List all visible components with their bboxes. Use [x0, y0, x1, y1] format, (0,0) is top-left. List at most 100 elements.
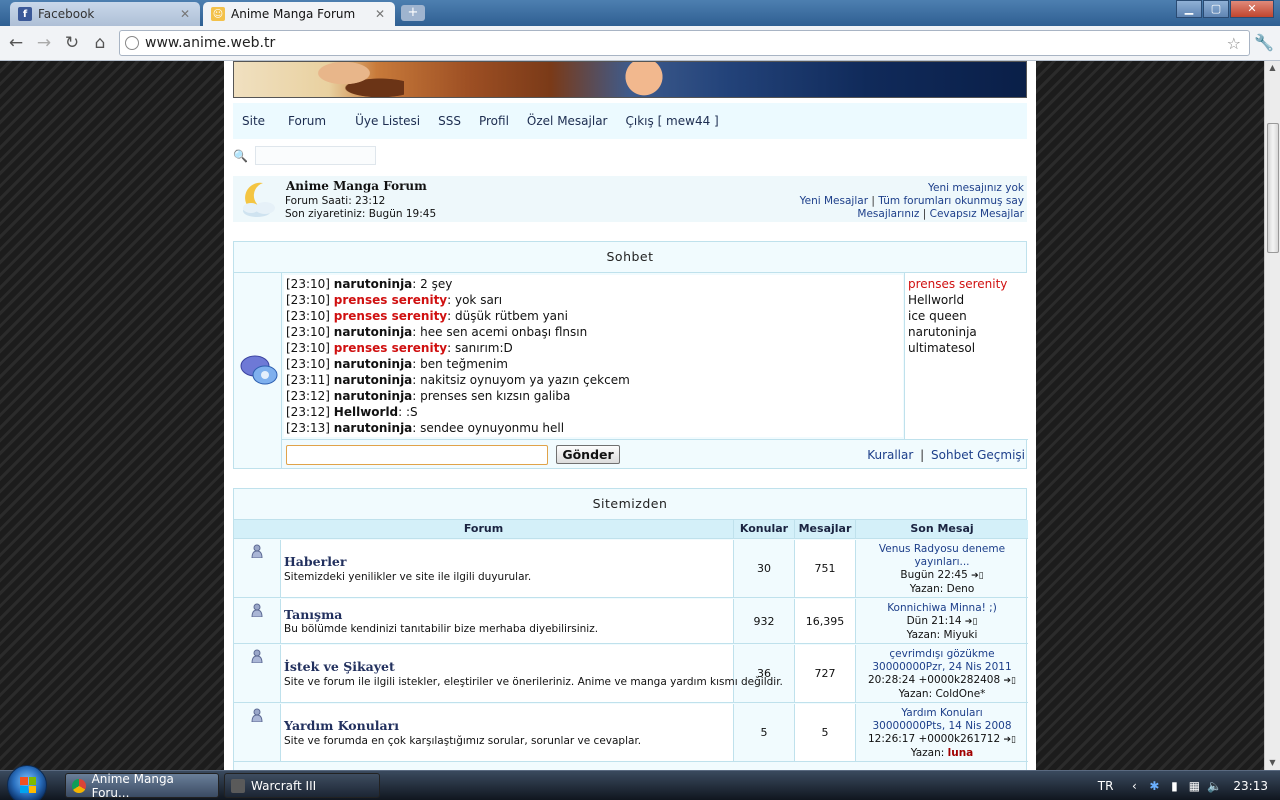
go-to-post-icon[interactable]: ➔▯	[1004, 735, 1017, 745]
forum-name-link[interactable]: Yardım Konuları	[284, 718, 399, 733]
author-link[interactable]: luna	[948, 747, 974, 759]
send-button[interactable]: Gönder	[556, 445, 620, 464]
forum-row: Yardım Konuları Site ve forumda en çok ka…	[234, 704, 1028, 762]
volume-icon[interactable]: 🔈	[1207, 779, 1222, 793]
nav-forum[interactable]: Forum	[274, 114, 335, 128]
url-text[interactable]: www.anime.web.tr	[145, 35, 1227, 51]
chevron-left-icon[interactable]: ‹	[1127, 779, 1141, 793]
post-count: 16,395	[795, 599, 856, 643]
tab-close-icon[interactable]: ✕	[178, 7, 192, 21]
author-link[interactable]: Miyuki	[944, 629, 978, 641]
nav-member-list[interactable]: Üye Listesi	[335, 114, 429, 128]
search-input[interactable]	[255, 146, 376, 165]
network-icon[interactable]: ▦	[1187, 779, 1201, 793]
chat-username[interactable]: narutoninja	[334, 373, 413, 387]
unanswered-link[interactable]: Cevapsız Mesajlar	[930, 208, 1024, 220]
last-post-line[interactable]: 30000000Pts, 14 Nis 2008	[856, 720, 1028, 733]
chat-username[interactable]: narutoninja	[334, 357, 413, 371]
online-users-list: prenses serenity Hellworld ice queen naruto…	[904, 273, 1027, 439]
taskbar-warcraft[interactable]: Warcraft III	[224, 773, 380, 798]
forum-name-link[interactable]: Haberler	[284, 554, 346, 569]
chat-username[interactable]: prenses serenity	[334, 309, 447, 323]
address-bar[interactable]: www.anime.web.tr ☆	[119, 30, 1250, 56]
author-link[interactable]: Deno	[947, 583, 975, 595]
last-post-line[interactable]: Yardım Konuları	[856, 707, 1028, 720]
minimize-button[interactable]: ▁	[1176, 0, 1202, 18]
nav-profile[interactable]: Profil	[470, 114, 518, 128]
chat-username[interactable]: prenses serenity	[334, 341, 447, 355]
nav-logout[interactable]: Çıkış [ mew44 ]	[617, 114, 728, 128]
forum-status-cell	[234, 704, 281, 761]
chat-username[interactable]: prenses serenity	[334, 293, 447, 307]
no-new-messages[interactable]: Yeni mesajınız yok	[928, 182, 1024, 194]
taskbar-chrome[interactable]: Anime Manga Foru...	[65, 772, 219, 800]
online-user[interactable]: ice queen	[908, 308, 1027, 324]
device-icon[interactable]: ▮	[1167, 779, 1181, 793]
chat-history-link[interactable]: Sohbet Geçmişi	[931, 448, 1025, 462]
forward-arrow-icon[interactable]: →	[33, 32, 55, 54]
scroll-down-icon[interactable]: ▼	[1265, 756, 1280, 770]
nav-site[interactable]: Site	[233, 114, 274, 128]
facebook-icon: f	[18, 7, 32, 21]
your-messages-link[interactable]: Mesajlarınız	[857, 208, 919, 220]
online-user[interactable]: ultimatesol	[908, 340, 1027, 356]
chat-username[interactable]: narutoninja	[334, 325, 413, 339]
home-icon[interactable]: ⌂	[89, 32, 111, 54]
close-window-button[interactable]: ✕	[1230, 0, 1274, 18]
last-post-line[interactable]: yayınları...	[856, 556, 1028, 569]
online-user[interactable]: Hellworld	[908, 292, 1027, 308]
chat-username[interactable]: narutoninja	[334, 389, 413, 403]
start-button[interactable]	[7, 765, 47, 800]
online-user[interactable]: narutoninja	[908, 324, 1027, 340]
mark-all-read-link[interactable]: Tüm forumları okunmuş say	[878, 195, 1024, 207]
nav-faq[interactable]: SSS	[429, 114, 470, 128]
forum-name-link[interactable]: Tanışma	[284, 607, 342, 622]
new-messages-link[interactable]: Yeni Mesajlar	[800, 195, 868, 207]
wrench-menu-icon[interactable]: 🔧	[1254, 33, 1274, 52]
task-label: Warcraft III	[251, 778, 317, 793]
bluetooth-icon[interactable]: ✱	[1147, 779, 1161, 793]
windows-taskbar: Anime Manga Foru... Warcraft III TR ‹ ✱ …	[0, 765, 1280, 800]
category-title[interactable]: Sitemizden	[234, 489, 1026, 520]
site-title[interactable]: Anime Manga Forum	[286, 179, 427, 193]
language-indicator[interactable]: TR	[1098, 779, 1114, 793]
chat-links: Kurallar | Sohbet Geçmişi	[867, 448, 1025, 462]
reload-icon[interactable]: ↻	[61, 32, 83, 54]
chat-username[interactable]: narutoninja	[334, 277, 413, 291]
chat-username[interactable]: Hellworld	[334, 405, 398, 419]
search-icon[interactable]: 🔍	[233, 149, 249, 163]
last-post-line[interactable]: Konnichiwa Minna! ;)	[856, 602, 1028, 615]
chat-message-input[interactable]	[286, 445, 548, 465]
rules-link[interactable]: Kurallar	[867, 448, 913, 462]
go-to-post-icon[interactable]: ➔▯	[971, 571, 984, 581]
scrollbar-thumb[interactable]	[1267, 123, 1279, 253]
maximize-button[interactable]: ▢	[1203, 0, 1229, 18]
forum-description: Bu bölümde kendinizi tanıtabilir bize me…	[284, 623, 599, 635]
go-to-post-icon[interactable]: ➔▯	[965, 617, 978, 627]
tab-close-icon[interactable]: ✕	[373, 7, 387, 21]
new-tab-button[interactable]: +	[401, 5, 425, 21]
page-scrollbar[interactable]: ▲ ▼	[1264, 61, 1280, 770]
last-post-line[interactable]: 30000000Pzr, 24 Nis 2011	[856, 661, 1028, 674]
tab-facebook[interactable]: f Facebook ✕	[10, 2, 200, 26]
last-post-line[interactable]: çevrimdışı gözükme	[856, 648, 1028, 661]
forum-name-link[interactable]: İstek ve Şikayet	[284, 659, 395, 674]
nav-private-messages[interactable]: Özel Mesajlar	[518, 114, 617, 128]
chat-username[interactable]: narutoninja	[334, 421, 413, 435]
author-link[interactable]: ColdOne*	[935, 688, 985, 700]
tab-anime-manga-forum[interactable]: ☺ Anime Manga Forum ✕	[203, 2, 395, 26]
scroll-up-icon[interactable]: ▲	[1265, 61, 1280, 75]
page-info-icon[interactable]	[125, 36, 139, 50]
last-post-author-line: Yazan: Deno	[856, 583, 1028, 596]
main-nav: Site Forum Üye Listesi SSS Profil Özel M…	[233, 103, 1027, 139]
clock[interactable]: 23:13	[1233, 779, 1268, 793]
go-to-post-icon[interactable]: ➔▯	[1004, 676, 1017, 686]
bookmark-star-icon[interactable]: ☆	[1227, 34, 1241, 53]
chat-time: [23:13]	[286, 421, 330, 435]
separator: |	[920, 448, 925, 462]
last-post-line[interactable]: Venus Radyosu deneme	[856, 543, 1028, 556]
back-arrow-icon[interactable]: ←	[5, 32, 27, 54]
banner-art	[604, 62, 684, 97]
chat-time: [23:10]	[286, 293, 330, 307]
online-user[interactable]: prenses serenity	[908, 276, 1027, 292]
